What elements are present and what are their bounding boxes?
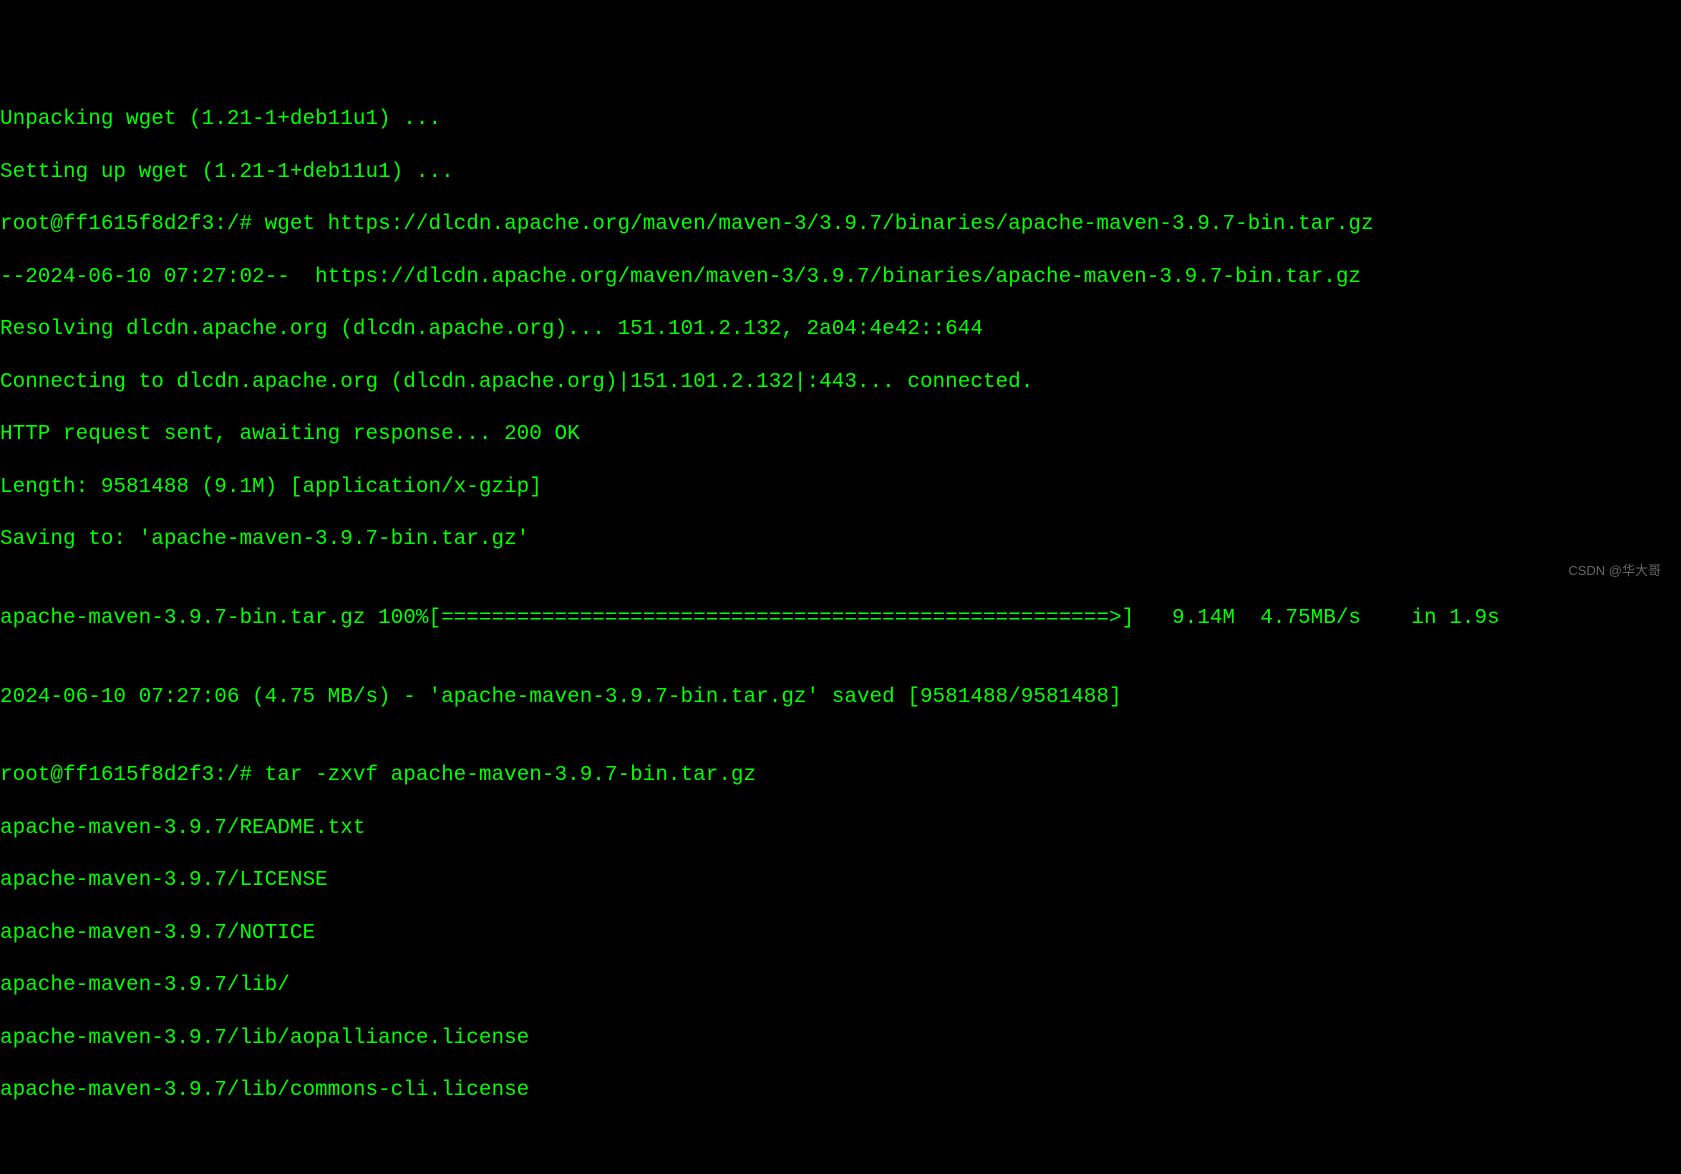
shell-prompt: root@ff1615f8d2f3:/# [0,764,265,787]
terminal-output: Setting up wget (1.21-1+deb11u1) ... [0,160,1681,186]
watermark: CSDN @华大哥 [1568,563,1661,579]
terminal-output: Resolving dlcdn.apache.org (dlcdn.apache… [0,317,1681,343]
terminal-output: apache-maven-3.9.7/lib/aopalliance.licen… [0,1026,1681,1052]
terminal-output: apache-maven-3.9.7/lib/ [0,973,1681,999]
terminal-output: 2024-06-10 07:27:06 (4.75 MB/s) - 'apach… [0,685,1681,711]
shell-command: tar -zxvf apache-maven-3.9.7-bin.tar.gz [265,764,756,787]
shell-command: wget https://dlcdn.apache.org/maven/mave… [265,213,1374,236]
terminal-output: Unpacking wget (1.21-1+deb11u1) ... [0,107,1681,133]
terminal-output: Length: 9581488 (9.1M) [application/x-gz… [0,475,1681,501]
download-progress: apache-maven-3.9.7-bin.tar.gz 100%[=====… [0,606,1681,632]
terminal-output: Connecting to dlcdn.apache.org (dlcdn.ap… [0,370,1681,396]
terminal-output: HTTP request sent, awaiting response... … [0,422,1681,448]
terminal-output: apache-maven-3.9.7/README.txt [0,816,1681,842]
shell-prompt: root@ff1615f8d2f3:/# [0,213,265,236]
terminal-prompt-line[interactable]: root@ff1615f8d2f3:/# tar -zxvf apache-ma… [0,763,1681,789]
terminal-output: --2024-06-10 07:27:02-- https://dlcdn.ap… [0,265,1681,291]
terminal-output: apache-maven-3.9.7/LICENSE [0,868,1681,894]
terminal-prompt-line[interactable]: root@ff1615f8d2f3:/# wget https://dlcdn.… [0,212,1681,238]
terminal-output: Saving to: 'apache-maven-3.9.7-bin.tar.g… [0,527,1681,553]
terminal-output: apache-maven-3.9.7/lib/commons-cli.licen… [0,1078,1681,1104]
terminal-output: apache-maven-3.9.7/NOTICE [0,921,1681,947]
